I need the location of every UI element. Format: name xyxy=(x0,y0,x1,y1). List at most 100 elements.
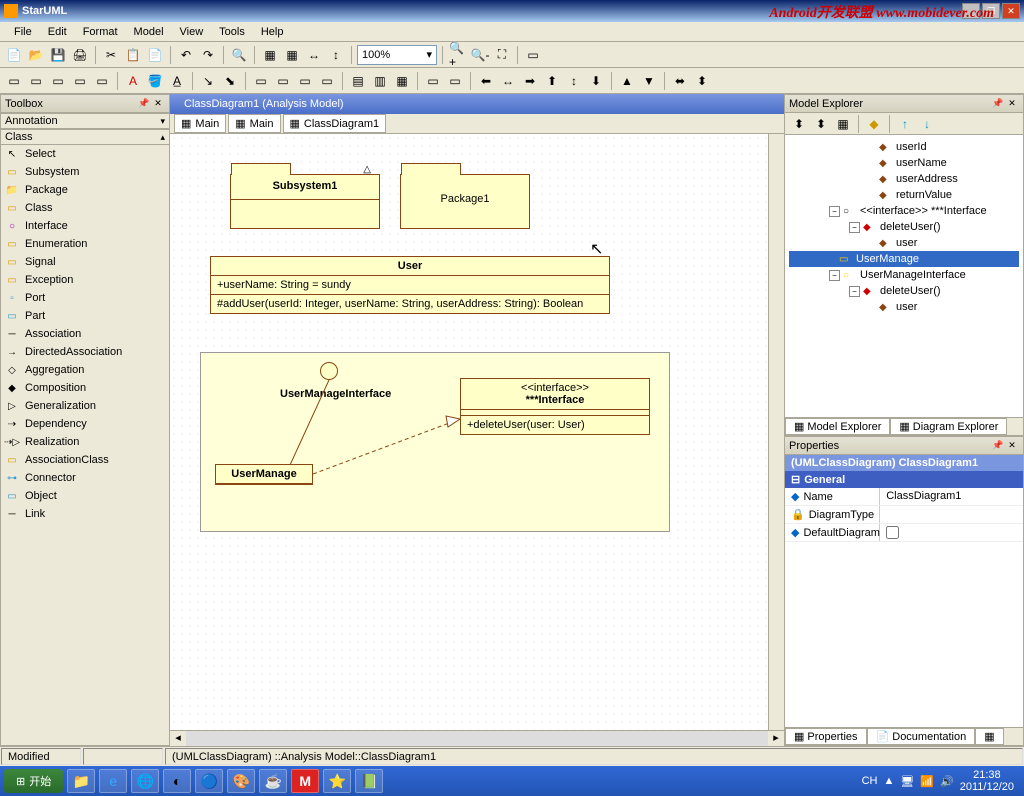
prop-cat-general[interactable]: ⊟General xyxy=(785,471,1023,488)
stereo1[interactable]: ▭ xyxy=(251,71,271,91)
menu-tools[interactable]: Tools xyxy=(211,24,253,40)
font-button[interactable]: A̲ xyxy=(167,71,187,91)
uml-star-interface[interactable]: <<interface>>***Interface +deleteUser(us… xyxy=(460,378,650,435)
diagram-canvas[interactable]: ↖ △ Subsystem1 Package1 User +userName: … xyxy=(170,134,768,730)
zoom-fit-button[interactable]: ⛶ xyxy=(492,45,512,65)
diagram-tab[interactable]: ClassDiagram1 (Analysis Model) xyxy=(176,96,352,112)
grid4-button[interactable]: ↕ xyxy=(326,45,346,65)
model-tree[interactable]: ◆userId ◆userName ◆userAddress ◆returnVa… xyxy=(785,135,1023,417)
menu-model[interactable]: Model xyxy=(126,24,172,40)
tool-dependency[interactable]: ⇢Dependency xyxy=(1,415,169,433)
back[interactable]: ▼ xyxy=(639,71,659,91)
clock[interactable]: 21:38 2011/12/20 xyxy=(960,769,1014,793)
scroll-left[interactable]: ◂ xyxy=(170,731,186,746)
open-button[interactable]: 📂 xyxy=(26,45,46,65)
task-chrome[interactable]: 🌐 xyxy=(131,769,159,793)
tool-directedassociation[interactable]: →DirectedAssociation xyxy=(1,343,169,361)
tree-userid[interactable]: ◆userId xyxy=(789,139,1019,155)
tree-usermanage[interactable]: ▭UserManage xyxy=(789,251,1019,267)
show1[interactable]: ▭ xyxy=(423,71,443,91)
canvas-scrollbar-h[interactable] xyxy=(186,731,768,746)
tool-realization[interactable]: ⇢▷Realization xyxy=(1,433,169,451)
task-java[interactable]: ☕ xyxy=(259,769,287,793)
tool-link[interactable]: ─Link xyxy=(1,505,169,523)
font-color[interactable]: A xyxy=(123,71,143,91)
line2[interactable]: ⬊ xyxy=(220,71,240,91)
align3[interactable]: ▦ xyxy=(392,71,412,91)
fmt5[interactable]: ▭ xyxy=(92,71,112,91)
tool-connector[interactable]: ⊶Connector xyxy=(1,469,169,487)
prop-name[interactable]: ◆NameClassDiagram1 xyxy=(785,488,1023,506)
stereo4[interactable]: ▭ xyxy=(317,71,337,91)
fill-color[interactable]: 🪣 xyxy=(145,71,165,91)
btab-documentation[interactable]: 📄Documentation xyxy=(867,728,976,745)
tool-object[interactable]: ▭Object xyxy=(1,487,169,505)
uml-interface-ball[interactable] xyxy=(320,362,338,380)
tool-package[interactable]: 📁Package xyxy=(1,181,169,199)
grid2-button[interactable]: ▦ xyxy=(282,45,302,65)
fmt1[interactable]: ▭ xyxy=(4,71,24,91)
uml-user-class[interactable]: User +userName: String = sundy #addUser(… xyxy=(210,256,610,314)
btab-model-explorer[interactable]: ▦Model Explorer xyxy=(785,418,890,435)
close-icon[interactable]: ✕ xyxy=(1005,439,1019,453)
tree-user1[interactable]: ◆user xyxy=(789,235,1019,251)
section-annotation[interactable]: Annotation▾ xyxy=(1,113,169,129)
exp-btn1[interactable]: ⬍ xyxy=(789,114,809,134)
tree-returnvalue[interactable]: ◆returnValue xyxy=(789,187,1019,203)
btab-properties[interactable]: ▦Properties xyxy=(785,728,867,745)
close-icon[interactable]: ✕ xyxy=(151,97,165,111)
zoom-out-button[interactable]: 🔍- xyxy=(470,45,490,65)
exp-btn4[interactable]: ◆ xyxy=(864,114,884,134)
tray-icon[interactable]: 🔊 xyxy=(940,775,954,788)
align2[interactable]: ▥ xyxy=(370,71,390,91)
tool-generalization[interactable]: ▷Generalization xyxy=(1,397,169,415)
zoom-combo[interactable]: 100%▾ xyxy=(357,45,437,65)
subtab-main1[interactable]: ▦Main xyxy=(174,114,226,133)
subtab-classdiagram1[interactable]: ▦ClassDiagram1 xyxy=(283,114,387,133)
section-class[interactable]: Class▴ xyxy=(1,129,169,145)
grid3-button[interactable]: ↔ xyxy=(304,45,324,65)
menu-help[interactable]: Help xyxy=(253,24,292,40)
exp-btn3[interactable]: ▦ xyxy=(833,114,853,134)
menu-format[interactable]: Format xyxy=(75,24,126,40)
default-diagram-checkbox[interactable] xyxy=(886,526,899,539)
nav-button[interactable]: ▭ xyxy=(523,45,543,65)
task-eclipse[interactable]: ◐ xyxy=(163,769,191,793)
tree-deleteuser[interactable]: −◆deleteUser() xyxy=(789,219,1019,235)
tool-interface[interactable]: ○Interface xyxy=(1,217,169,235)
arr-hcenter[interactable]: ↔ xyxy=(498,71,518,91)
task-ie[interactable]: e xyxy=(99,769,127,793)
tree-username[interactable]: ◆userName xyxy=(789,155,1019,171)
tool-class[interactable]: ▭Class xyxy=(1,199,169,217)
task-paint[interactable]: 🎨 xyxy=(227,769,255,793)
canvas-scrollbar-v[interactable] xyxy=(768,134,784,730)
uml-package1[interactable]: Package1 xyxy=(400,174,530,229)
tool-exception[interactable]: ▭Exception xyxy=(1,271,169,289)
tree-deleteuser2[interactable]: −◆deleteUser() xyxy=(789,283,1019,299)
line1[interactable]: ↘ xyxy=(198,71,218,91)
tray-icon[interactable]: 🖥 xyxy=(900,775,914,788)
paste-button[interactable]: 📄 xyxy=(145,45,165,65)
stereo2[interactable]: ▭ xyxy=(273,71,293,91)
pin-icon[interactable]: 📌 xyxy=(991,439,1005,453)
lang-indicator[interactable]: CH xyxy=(862,775,878,787)
menu-view[interactable]: View xyxy=(172,24,212,40)
btab-diagram-explorer[interactable]: ▦Diagram Explorer xyxy=(890,418,1007,435)
redo-button[interactable]: ↷ xyxy=(198,45,218,65)
task-m[interactable]: M xyxy=(291,769,319,793)
tool-association[interactable]: ─Association xyxy=(1,325,169,343)
tool-subsystem[interactable]: ▭Subsystem xyxy=(1,163,169,181)
tree-umi[interactable]: −○UserManageInterface xyxy=(789,267,1019,283)
tool-select[interactable]: ↖Select xyxy=(1,145,169,163)
fmt2[interactable]: ▭ xyxy=(26,71,46,91)
front[interactable]: ▲ xyxy=(617,71,637,91)
tool-composition[interactable]: ◆Composition xyxy=(1,379,169,397)
btab-extra[interactable]: ▦ xyxy=(975,728,1003,745)
fmt4[interactable]: ▭ xyxy=(70,71,90,91)
exp-up[interactable]: ↑ xyxy=(895,114,915,134)
scroll-right[interactable]: ▸ xyxy=(768,731,784,746)
save-button[interactable]: 💾 xyxy=(48,45,68,65)
tool-signal[interactable]: ▭Signal xyxy=(1,253,169,271)
tool-associationclass[interactable]: ▭AssociationClass xyxy=(1,451,169,469)
zoom-in-button[interactable]: 🔍+ xyxy=(448,45,468,65)
